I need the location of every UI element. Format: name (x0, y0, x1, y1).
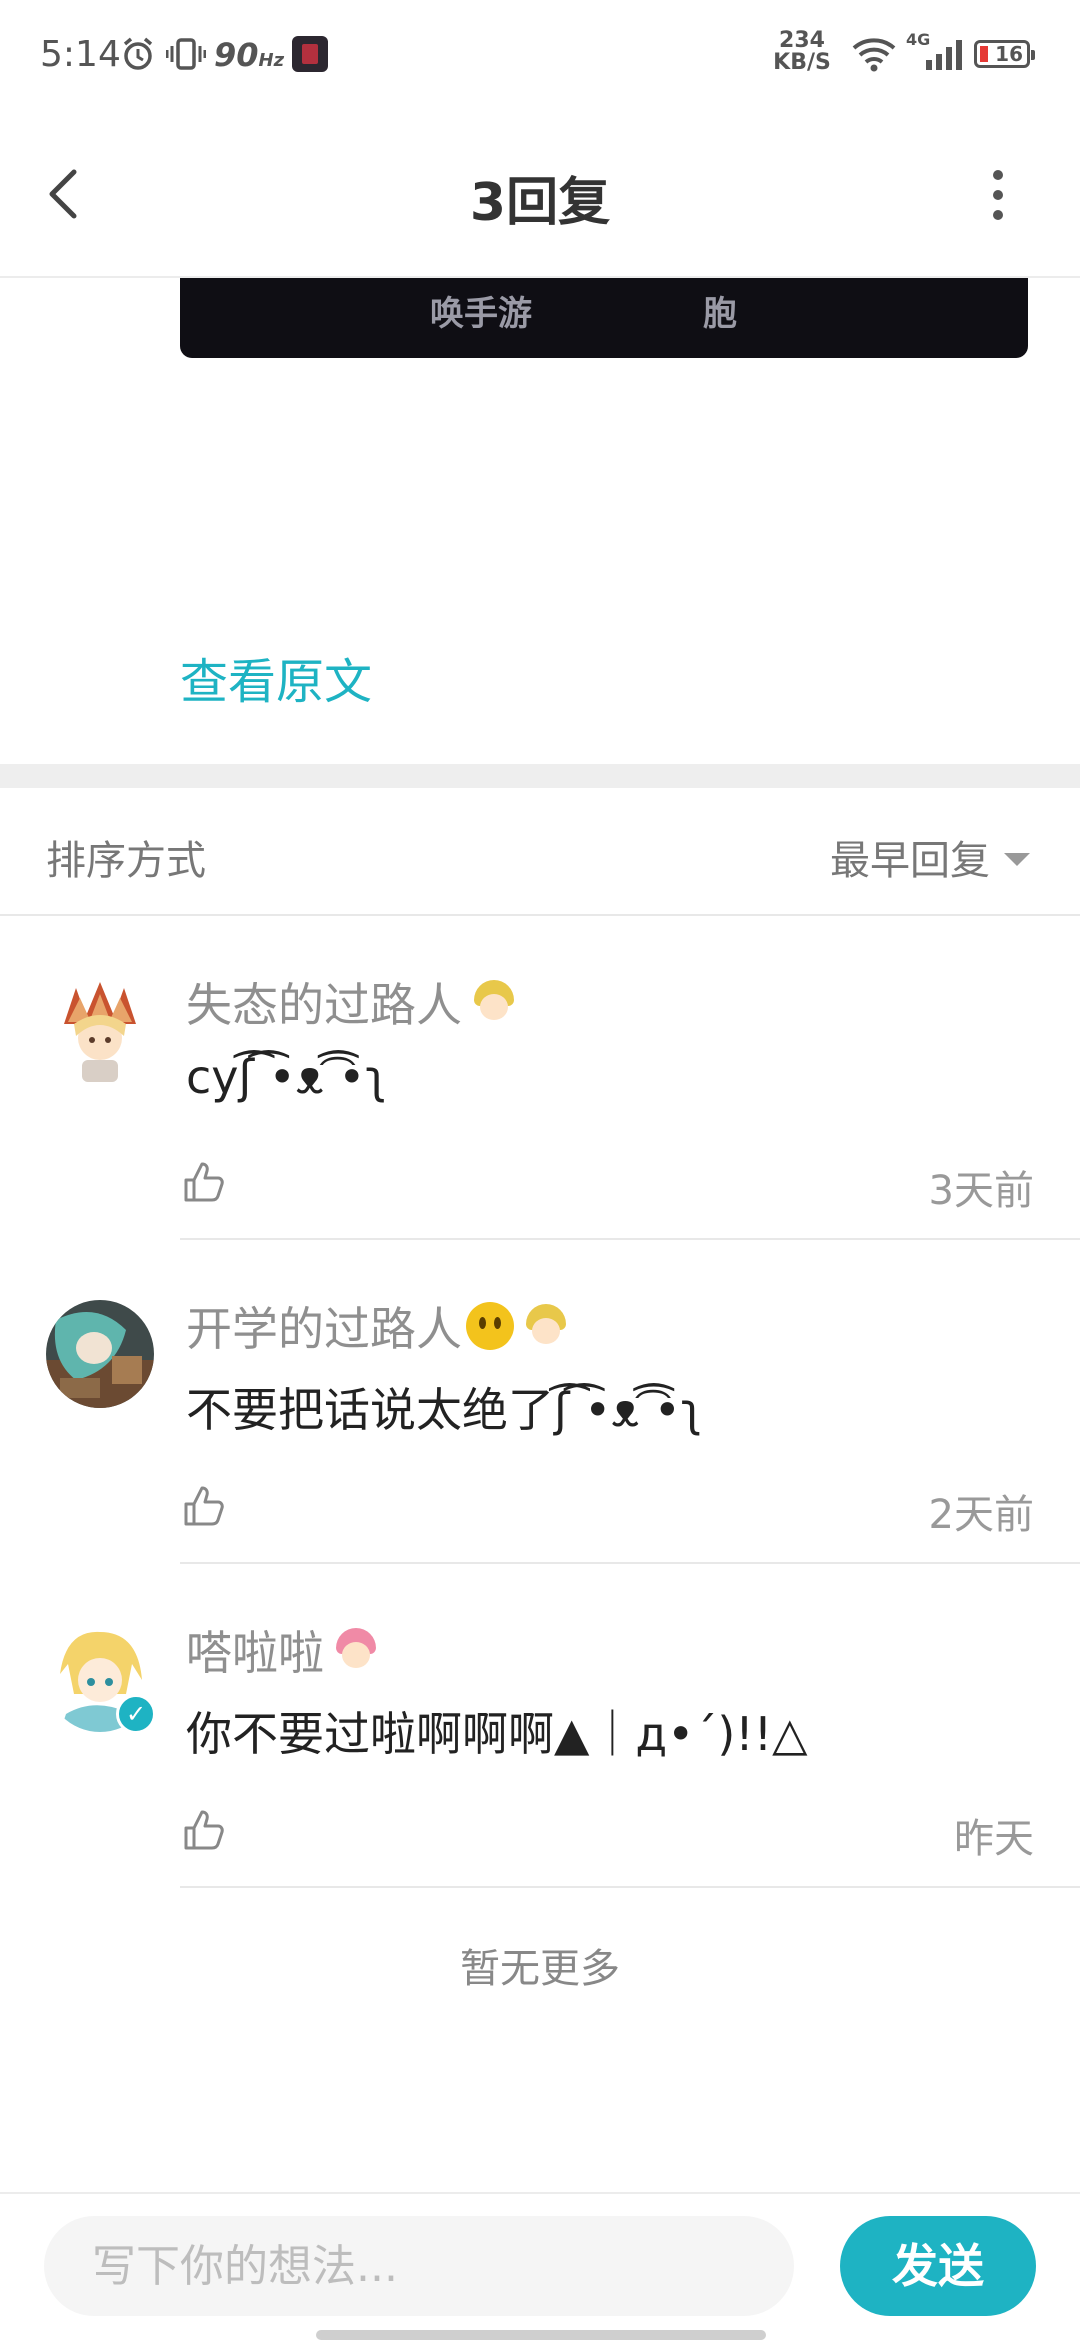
more-button[interactable] (978, 170, 1018, 222)
sort-dropdown[interactable]: 最早回复 (830, 828, 1030, 886)
vibrate-icon (165, 36, 207, 77)
reply-time: 昨天 (954, 1816, 1034, 1862)
reply-item: 失态的过路人 cyʃ͡ ͡•ᴥ͡ ͡•ʅ 3天前 (0, 916, 1080, 1240)
like-button[interactable] (180, 1482, 228, 1530)
net-speed-unit: KB/S (773, 50, 831, 75)
view-original-link[interactable]: 查看原文 (180, 642, 372, 712)
nickname[interactable]: 失态的过路人 (186, 969, 462, 1035)
no-more-label: 暂无更多 (460, 1946, 620, 1992)
status-time: 5:14 (40, 34, 121, 75)
post-media-text-right: 胞 (703, 294, 737, 334)
comment-bar: 发送 (0, 2192, 1080, 2340)
cell-signal-icon (922, 36, 966, 77)
net-speed: 234 KB/S (772, 30, 832, 74)
thumbs-up-icon (184, 1162, 224, 1202)
sort-selected: 最早回复 (830, 838, 990, 884)
reply-text: 不要把话说太绝了ʃ͡ ͡•ᴥ͡ ͡•ʅ (186, 1383, 703, 1437)
no-mouth-emoji-icon (466, 1302, 514, 1350)
reply-text: cyʃ͡ ͡•ᴥ͡ ͡•ʅ (186, 1050, 387, 1104)
avatar[interactable] (46, 1300, 154, 1408)
battery-level: 16 (995, 42, 1023, 66)
reply-item: ✓ 嗒啦啦 你不要过啦啊啊啊▲｜д•´)!!△ 昨天 (0, 1564, 1080, 1888)
reply-time: 2天前 (928, 1492, 1034, 1538)
section-divider (0, 764, 1080, 788)
page-title: 3回复 (469, 173, 611, 233)
app-icon (292, 36, 328, 72)
thumbs-up-icon (184, 1486, 224, 1526)
send-button[interactable]: 发送 (840, 2216, 1036, 2316)
post-media[interactable]: 唤手游 胞 (180, 278, 1028, 358)
verified-badge-icon: ✓ (116, 1694, 156, 1734)
reply-item: 开学的过路人 不要把话说太绝了ʃ͡ ͡•ᴥ͡ ͡•ʅ 2天前 (0, 1240, 1080, 1564)
nickname-row: 嗒啦啦 (186, 1620, 380, 1680)
app-bar: 3回复 (0, 110, 1080, 278)
like-button[interactable] (180, 1806, 228, 1854)
caret-down-icon (1004, 852, 1030, 866)
reply-time: 3天前 (928, 1168, 1034, 1214)
level-badge-icon (332, 1626, 380, 1674)
divider (180, 1886, 1080, 1888)
thumbs-up-icon (184, 1810, 224, 1850)
sort-label: 排序方式 (46, 838, 206, 884)
level-badge-icon (522, 1302, 570, 1350)
nickname-row: 失态的过路人 (186, 972, 518, 1032)
refresh-rate: 90Hz (214, 36, 285, 74)
nickname[interactable]: 开学的过路人 (186, 1293, 462, 1359)
nickname[interactable]: 嗒啦啦 (186, 1617, 324, 1683)
reply-text: 你不要过啦啊啊啊▲｜д•´)!!△ (186, 1707, 808, 1761)
nickname-row: 开学的过路人 (186, 1296, 570, 1356)
level-badge-icon (470, 978, 518, 1026)
wifi-icon (852, 36, 896, 77)
avatar[interactable] (46, 976, 154, 1084)
sort-row: 排序方式 最早回复 (0, 788, 1080, 916)
battery-icon: 16 (974, 40, 1035, 68)
screen: 5:14 90Hz 234 KB/S 4G 16 3回复 唤手游 胞 查看原文 … (0, 0, 1080, 2340)
status-bar: 5:14 90Hz 234 KB/S 4G 16 (0, 0, 1080, 110)
post-media-text-left: 唤手游 (430, 294, 532, 334)
home-indicator[interactable] (316, 2330, 766, 2340)
more-vertical-icon (993, 170, 1003, 180)
alarm-icon (120, 36, 156, 77)
comment-input[interactable] (44, 2216, 794, 2316)
like-button[interactable] (180, 1158, 228, 1206)
